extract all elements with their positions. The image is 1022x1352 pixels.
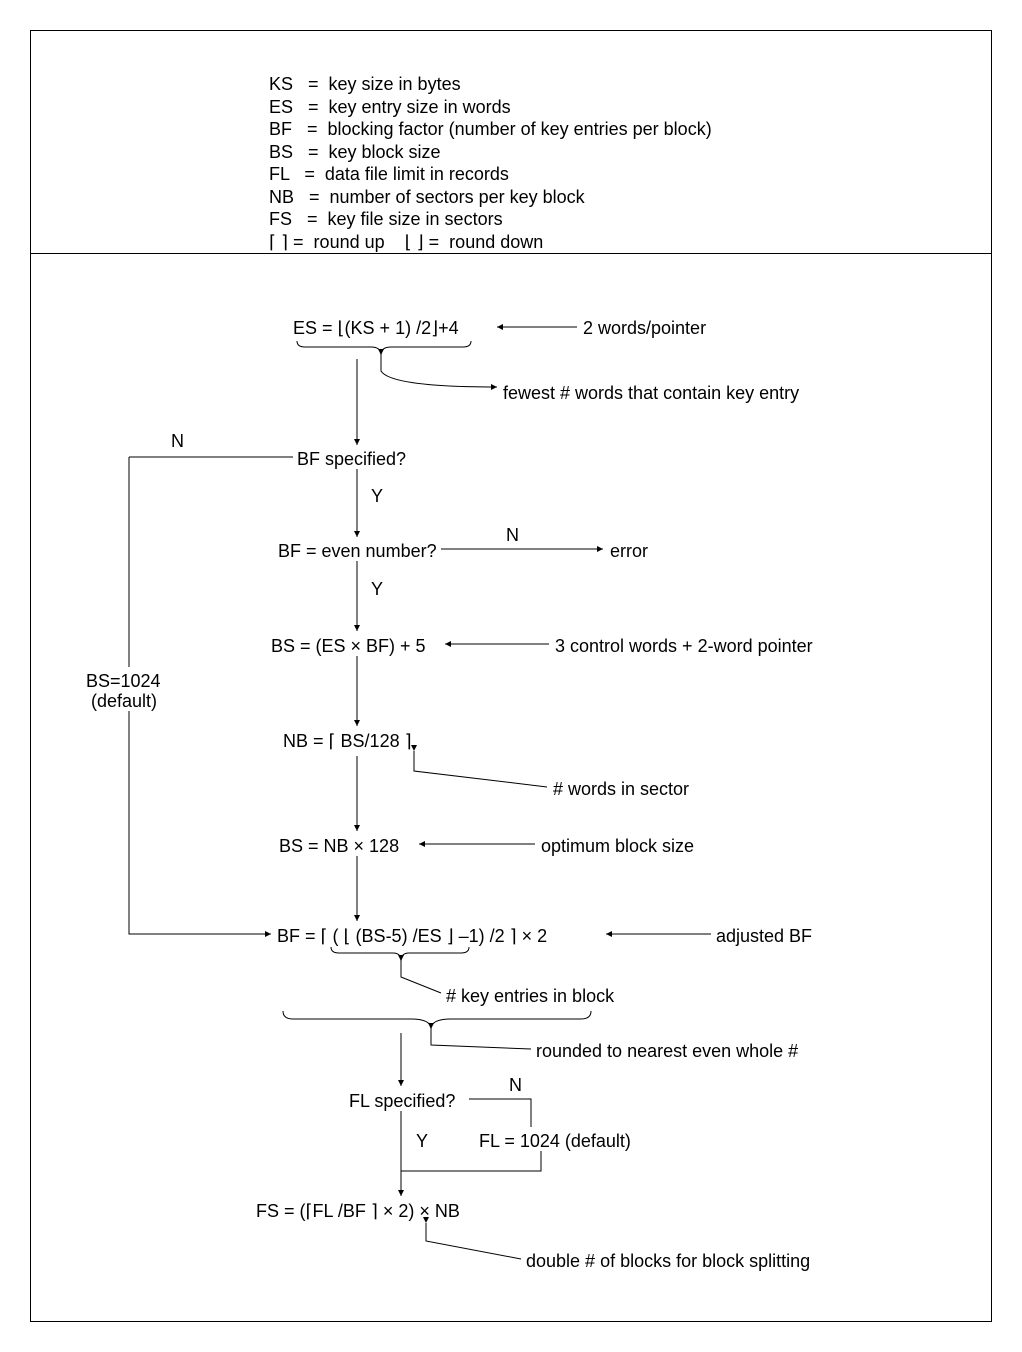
divider: [31, 253, 991, 254]
es-note1: 2 words/pointer: [583, 318, 706, 339]
n-label-even: N: [506, 525, 519, 546]
n-label-fl: N: [509, 1075, 522, 1096]
y-label-even: Y: [371, 579, 383, 600]
y-label-fl: Y: [416, 1131, 428, 1152]
bf-specified: BF specified?: [297, 449, 406, 470]
n-label-bf: N: [171, 431, 184, 452]
fs-note: double # of blocks for block splitting: [526, 1251, 810, 1272]
es-note2: fewest # words that contain key entry: [503, 383, 799, 404]
nb-note: # words in sector: [553, 779, 689, 800]
error: error: [610, 541, 648, 562]
fs-formula: FS = (⌈FL /BF ⌉ × 2) × NB: [256, 1201, 460, 1222]
bf-even: BF = even number?: [278, 541, 437, 562]
bfadj-note2: # key entries in block: [446, 986, 614, 1007]
bs2-note: optimum block size: [541, 836, 694, 857]
bs2-formula: BS = NB × 128: [279, 836, 399, 857]
bs-default2: (default): [91, 691, 157, 712]
es-formula: ES = ⌊(KS + 1) /2⌋+4: [293, 318, 459, 339]
bs-default: BS=1024: [86, 671, 161, 692]
bfadj-note3: rounded to nearest even whole #: [536, 1041, 798, 1062]
bfadj-formula: BF = ⌈ ( ⌊ (BS-5) /ES ⌋ –1) /2 ⌉ × 2: [277, 926, 547, 947]
fl-default: FL = 1024 (default): [479, 1131, 631, 1152]
nb-formula: NB = ⌈ BS/128 ⌉: [283, 731, 412, 752]
y-label-bf: Y: [371, 486, 383, 507]
bfadj-note: adjusted BF: [716, 926, 812, 947]
fl-specified: FL specified?: [349, 1091, 455, 1112]
page: KS = key size in bytes ES = key entry si…: [0, 0, 1022, 1352]
bs-note: 3 control words + 2-word pointer: [555, 636, 813, 657]
diagram-frame: KS = key size in bytes ES = key entry si…: [30, 30, 992, 1322]
bs-formula: BS = (ES × BF) + 5: [271, 636, 426, 657]
legend-block: KS = key size in bytes ES = key entry si…: [269, 73, 712, 253]
